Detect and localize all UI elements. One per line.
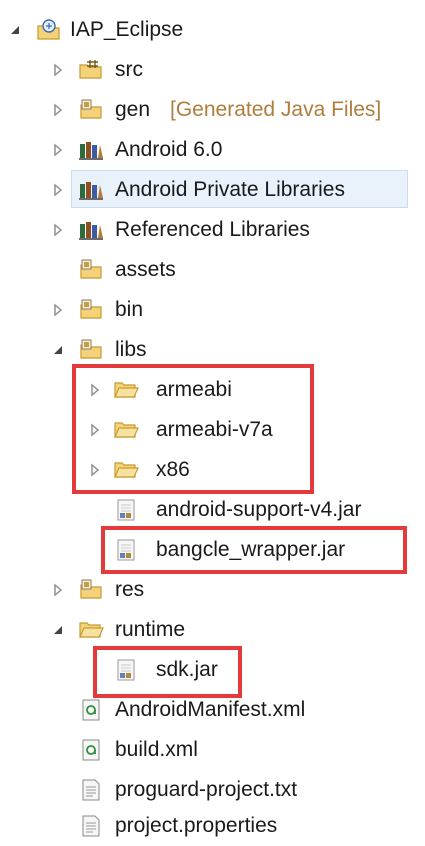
expand-arrow-icon[interactable] bbox=[51, 303, 65, 317]
text-file-icon bbox=[78, 815, 104, 837]
tree-item-label: IAP_Eclipse bbox=[70, 18, 184, 41]
annotation-box-bangcle-jar bbox=[101, 526, 407, 574]
tree-item-label: AndroidManifest.xml bbox=[115, 698, 306, 721]
tree-item-gen[interactable]: gen [Generated Java Files] bbox=[0, 90, 425, 130]
expand-arrow-icon[interactable] bbox=[51, 143, 65, 157]
package-explorer-tree: IAP_Eclipse src gen [Generated Java File… bbox=[0, 0, 425, 846]
expand-arrow-icon[interactable] bbox=[51, 103, 65, 117]
tree-item-label: Android 6.0 bbox=[115, 138, 223, 161]
generated-folder-icon bbox=[78, 99, 104, 121]
collapse-arrow-icon[interactable] bbox=[8, 23, 22, 37]
tree-item-proguard[interactable]: proguard-project.txt bbox=[0, 770, 425, 810]
library-icon bbox=[78, 179, 104, 201]
tree-item-decoration: [Generated Java Files] bbox=[170, 98, 382, 121]
tree-item-src[interactable]: src bbox=[0, 50, 425, 90]
expand-arrow-icon[interactable] bbox=[51, 183, 65, 197]
tree-item-label: bin bbox=[115, 298, 144, 321]
tree-item-label: res bbox=[115, 578, 145, 601]
collapse-arrow-icon[interactable] bbox=[51, 343, 65, 357]
tree-item-label: runtime bbox=[115, 618, 186, 641]
library-icon bbox=[78, 139, 104, 161]
tree-item-label: libs bbox=[115, 338, 147, 361]
folder-icon bbox=[78, 299, 104, 321]
xml-file-icon bbox=[78, 739, 104, 761]
library-icon bbox=[78, 219, 104, 241]
collapse-arrow-icon[interactable] bbox=[51, 623, 65, 637]
tree-item-label: build.xml bbox=[115, 738, 198, 761]
tree-item-res[interactable]: res bbox=[0, 570, 425, 610]
tree-item-bin[interactable]: bin bbox=[0, 290, 425, 330]
tree-item-label: project.properties bbox=[115, 814, 278, 837]
folder-icon bbox=[78, 619, 104, 641]
tree-item-label: android-support-v4.jar bbox=[156, 498, 362, 521]
tree-item-private-libraries[interactable]: Android Private Libraries bbox=[0, 170, 425, 210]
expand-arrow-icon[interactable] bbox=[51, 63, 65, 77]
tree-item-label: Referenced Libraries bbox=[115, 218, 310, 241]
tree-item-label: src bbox=[115, 58, 143, 81]
tree-item-label: gen bbox=[115, 98, 151, 121]
tree-item-support-jar[interactable]: android-support-v4.jar bbox=[0, 490, 425, 530]
tree-item-runtime[interactable]: runtime bbox=[0, 610, 425, 650]
folder-icon bbox=[78, 259, 104, 281]
annotation-box-sdk-jar bbox=[93, 646, 242, 698]
annotation-box-abi-folders bbox=[72, 364, 314, 494]
folder-icon bbox=[78, 339, 104, 361]
tree-item-label: assets bbox=[115, 258, 176, 281]
expand-arrow-icon[interactable] bbox=[51, 223, 65, 237]
tree-item-properties[interactable]: project.properties bbox=[0, 806, 425, 846]
jar-file-icon bbox=[113, 499, 139, 521]
tree-item-build-xml[interactable]: build.xml bbox=[0, 730, 425, 770]
expand-arrow-icon[interactable] bbox=[51, 583, 65, 597]
tree-item-referenced-libraries[interactable]: Referenced Libraries bbox=[0, 210, 425, 250]
folder-icon bbox=[78, 579, 104, 601]
tree-item-label: proguard-project.txt bbox=[115, 778, 298, 801]
tree-item-android-sdk[interactable]: Android 6.0 bbox=[0, 130, 425, 170]
source-folder-icon bbox=[78, 59, 104, 81]
text-file-icon bbox=[78, 779, 104, 801]
java-project-icon bbox=[36, 19, 62, 41]
tree-item-project[interactable]: IAP_Eclipse bbox=[0, 10, 425, 50]
xml-file-icon bbox=[78, 699, 104, 721]
tree-item-label: Android Private Libraries bbox=[115, 178, 345, 201]
tree-item-assets[interactable]: assets bbox=[0, 250, 425, 290]
